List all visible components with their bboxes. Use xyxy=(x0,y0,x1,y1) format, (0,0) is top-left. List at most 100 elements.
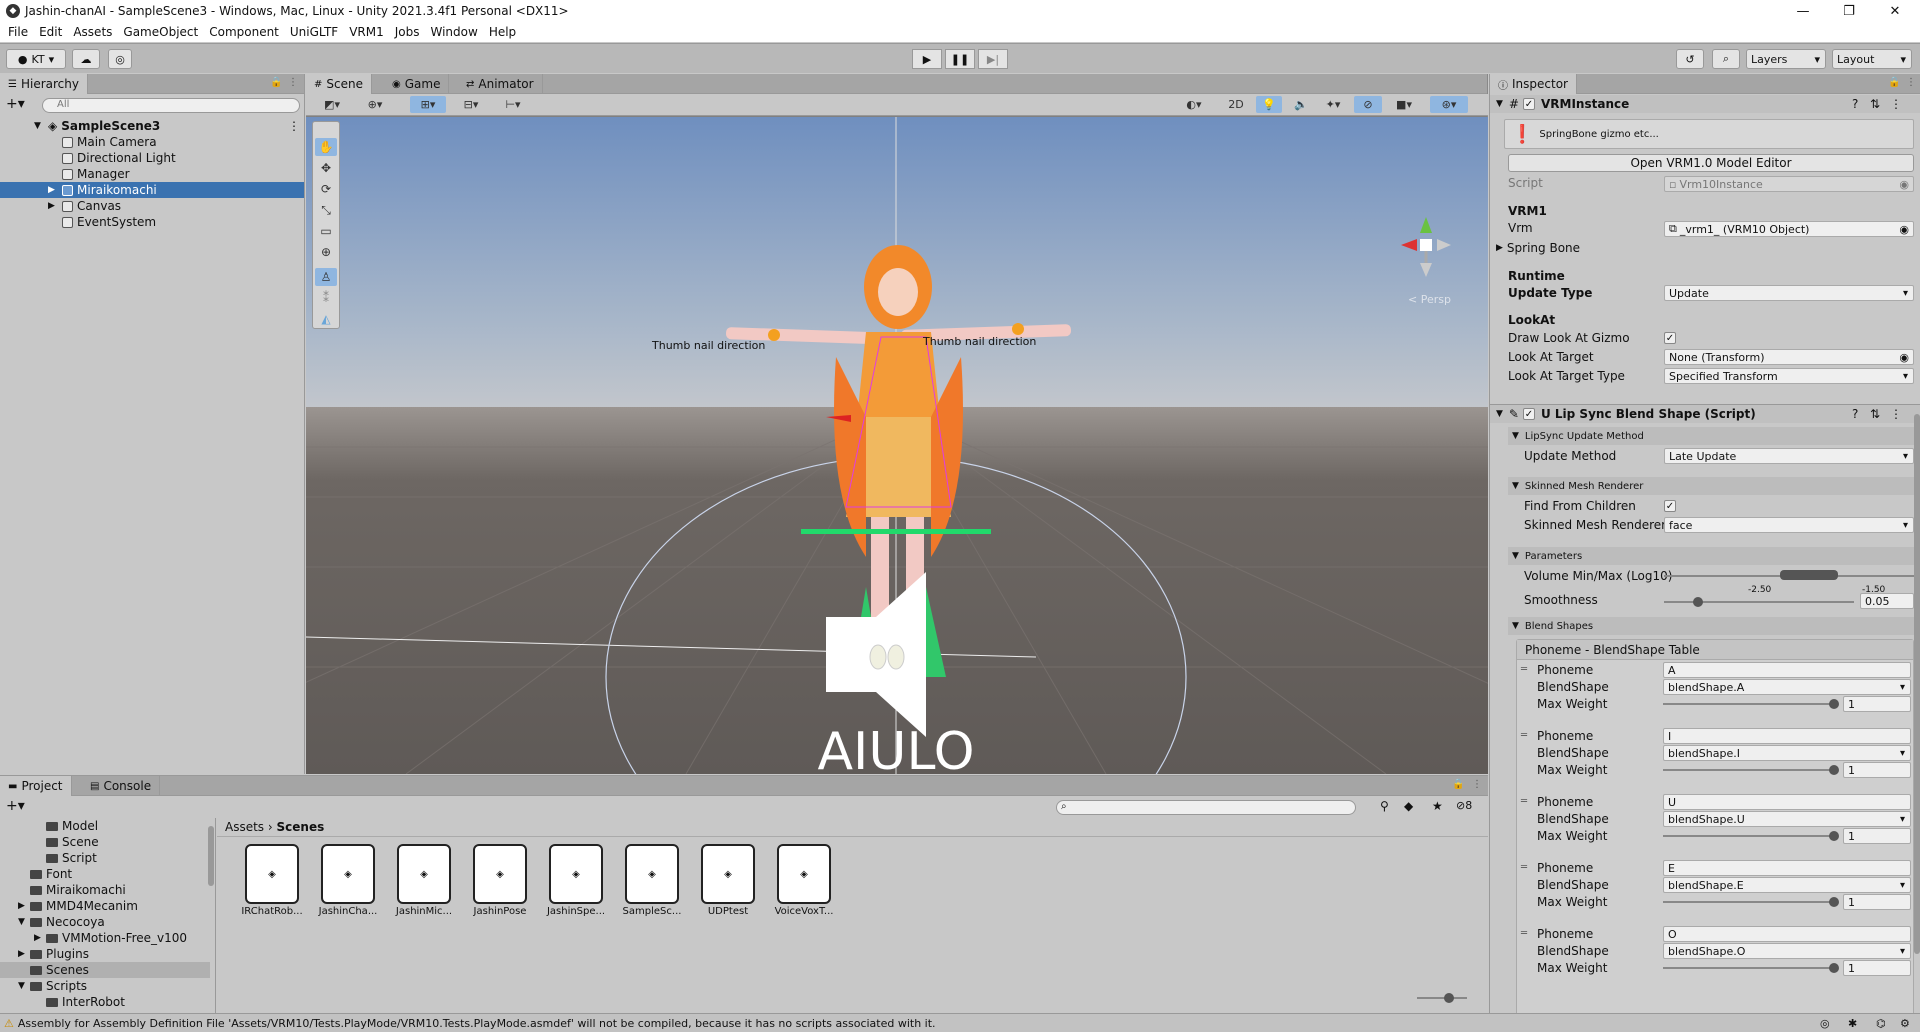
ruler-button[interactable]: ⊢ ▾ xyxy=(496,96,530,113)
vrm-object-field[interactable]: ⧉ _vrm1_ (VRM10 Object) ◉ xyxy=(1664,221,1914,237)
maxweight-input[interactable]: 1 xyxy=(1843,762,1911,778)
favorite-icon[interactable]: ★ xyxy=(1432,799,1443,813)
foldout-closed-icon[interactable]: ▶ xyxy=(48,185,55,195)
maxweight-input[interactable]: 1 xyxy=(1843,696,1911,712)
scale-tool-icon[interactable]: ⤡ xyxy=(315,201,337,219)
open-model-editor-button[interactable]: Open VRM1.0 Model Editor xyxy=(1508,154,1914,172)
pause-button[interactable]: ❚❚ xyxy=(945,49,975,69)
draw-mode-button[interactable]: ◩ ▾ xyxy=(314,96,350,113)
move-tool-icon[interactable]: ✥ xyxy=(315,159,337,177)
menu-vrm1[interactable]: VRM1 xyxy=(349,25,384,39)
drag-handle-icon[interactable]: ═ xyxy=(1521,664,1527,675)
maxweight-slider[interactable] xyxy=(1663,835,1835,837)
smoothness-input[interactable]: 0.05 xyxy=(1860,593,1914,609)
asset-tile[interactable]: ◈ JashinMic... xyxy=(389,844,459,917)
foldout-closed-icon[interactable]: ▶ xyxy=(18,949,25,959)
component-header-ulipsync[interactable]: ▼ ✎ ✓ U Lip Sync Blend Shape (Script) ? … xyxy=(1490,405,1920,423)
asset-tile[interactable]: ◈ UDPtest xyxy=(693,844,763,917)
skinned-mesh-renderer-dropdown[interactable]: face xyxy=(1664,517,1914,533)
grid-snap-button[interactable]: ⊞ ▾ xyxy=(410,96,446,113)
maxweight-slider-knob[interactable] xyxy=(1829,831,1839,841)
transform-tool-icon[interactable]: ⊕ xyxy=(315,243,337,261)
tree-item-scenes[interactable]: Scenes xyxy=(0,962,210,978)
project-search-input[interactable]: ⌕ xyxy=(1056,800,1356,815)
object-picker-icon[interactable]: ◉ xyxy=(1899,223,1909,236)
component-enabled-checkbox[interactable]: ✓ xyxy=(1522,408,1535,420)
layout-dropdown[interactable]: Layout ▾ xyxy=(1832,49,1912,69)
menu-assets[interactable]: Assets xyxy=(73,25,112,39)
gizmos-button[interactable]: ⊛ ▾ xyxy=(1430,96,1468,113)
kebab-menu-icon[interactable]: ⋮ xyxy=(1472,779,1482,790)
kebab-menu-icon[interactable]: ⋮ xyxy=(1890,97,1902,111)
breadcrumb-scenes[interactable]: Scenes xyxy=(277,820,325,834)
phoneme-input[interactable]: E xyxy=(1663,860,1911,876)
help-icon[interactable]: ? xyxy=(1852,407,1858,421)
phoneme-input[interactable]: I xyxy=(1663,728,1911,744)
component-enabled-checkbox[interactable]: ✓ xyxy=(1522,98,1535,110)
update-method-dropdown[interactable]: Late Update xyxy=(1664,448,1914,464)
minimize-icon[interactable]: — xyxy=(1780,0,1826,22)
menu-gameobject[interactable]: GameObject xyxy=(123,25,198,39)
tab-hierarchy[interactable]: ☰ Hierarchy xyxy=(0,74,88,94)
hierarchy-item-directional-light[interactable]: Directional Light xyxy=(0,150,304,166)
hidden-packages-toggle[interactable]: ⊘8 xyxy=(1456,799,1472,812)
tab-console[interactable]: ▤ Console xyxy=(82,776,161,796)
foldout-closed-icon[interactable]: ▶ xyxy=(48,201,55,211)
find-from-children-checkbox[interactable]: ✓ xyxy=(1664,500,1676,512)
filter-label-icon[interactable]: ◆ xyxy=(1404,799,1413,813)
maxweight-slider[interactable] xyxy=(1663,769,1835,771)
asset-tile[interactable]: ◈ JashinSpe... xyxy=(541,844,611,917)
section-blend-shapes[interactable]: ▼ Blend Shapes xyxy=(1508,617,1914,635)
snap-increment-button[interactable]: ⊟ ▾ xyxy=(454,96,488,113)
maxweight-slider-knob[interactable] xyxy=(1829,963,1839,973)
hidden-objects-toggle[interactable]: ⊘ xyxy=(1354,96,1382,113)
maximize-icon[interactable]: ❐ xyxy=(1826,0,1872,22)
tree-scrollbar[interactable] xyxy=(208,826,214,886)
breadcrumb-assets[interactable]: Assets xyxy=(225,820,264,834)
debug-icon[interactable]: ✱ xyxy=(1848,1017,1857,1030)
foldout-open-icon[interactable]: ▼ xyxy=(34,121,41,131)
hierarchy-item-main-camera[interactable]: Main Camera xyxy=(0,134,304,150)
scene-viewport[interactable]: Thumb nail direction Thumb nail directio… xyxy=(306,117,1488,774)
collab-button[interactable]: ◎ xyxy=(108,49,132,69)
add-icon[interactable]: +▾ xyxy=(6,96,25,112)
lookat-target-type-dropdown[interactable]: Specified Transform xyxy=(1664,368,1914,384)
inspector-scrollbar[interactable] xyxy=(1914,414,1920,954)
tree-item-script[interactable]: Script xyxy=(0,850,210,866)
lighting-toggle[interactable]: 💡 xyxy=(1256,96,1282,113)
kebab-menu-icon[interactable]: ⋮ xyxy=(288,119,300,133)
lock-icon[interactable]: 🔒 xyxy=(1888,77,1900,88)
humanoid-tool-icon[interactable]: ♙ xyxy=(315,268,337,286)
phoneme-input[interactable]: A xyxy=(1663,662,1911,678)
menu-component[interactable]: Component xyxy=(209,25,279,39)
tree-item-font[interactable]: Font xyxy=(0,866,210,882)
zoom-slider[interactable] xyxy=(1417,997,1467,999)
maxweight-slider[interactable] xyxy=(1663,703,1835,705)
preset-icon[interactable]: ⇅ xyxy=(1870,97,1880,111)
hand-tool-icon[interactable]: ✋ xyxy=(315,138,337,156)
blendshape-dropdown[interactable]: blendShape.O xyxy=(1663,943,1911,959)
menu-uniglft[interactable]: UniGLTF xyxy=(290,25,338,39)
volume-minmax-range-handle[interactable] xyxy=(1780,570,1838,580)
asset-tile[interactable]: ◈ VoiceVoxT... xyxy=(769,844,839,917)
update-type-dropdown[interactable]: Update xyxy=(1664,285,1914,301)
lock-icon[interactable]: 🔒 xyxy=(1452,779,1464,790)
tree-item-necocoya[interactable]: ▼ Necocoya xyxy=(0,914,210,930)
persp-label[interactable]: < Persp xyxy=(1408,293,1451,306)
close-icon[interactable]: ✕ xyxy=(1872,0,1918,22)
add-icon[interactable]: +▾ xyxy=(6,798,25,814)
audio-toggle[interactable]: 🔈 xyxy=(1288,96,1314,113)
step-button[interactable]: ▶| xyxy=(978,49,1008,69)
asset-tile[interactable]: ◈ SampleSc... xyxy=(617,844,687,917)
component-header-vrminstance[interactable]: ▼ # ✓ VRMInstance ? ⇅ ⋮ xyxy=(1490,95,1920,113)
rotate-tool-icon[interactable]: ⟳ xyxy=(315,180,337,198)
section-parameters[interactable]: ▼ Parameters xyxy=(1508,547,1914,565)
maxweight-slider-knob[interactable] xyxy=(1829,699,1839,709)
tab-scene[interactable]: # Scene xyxy=(306,74,372,94)
menu-edit[interactable]: Edit xyxy=(39,25,62,39)
smoothness-slider-knob[interactable] xyxy=(1693,597,1703,607)
maxweight-input[interactable]: 1 xyxy=(1843,894,1911,910)
tree-item-scene[interactable]: Scene xyxy=(0,834,210,850)
maxweight-slider[interactable] xyxy=(1663,967,1835,969)
maxweight-slider-knob[interactable] xyxy=(1829,765,1839,775)
